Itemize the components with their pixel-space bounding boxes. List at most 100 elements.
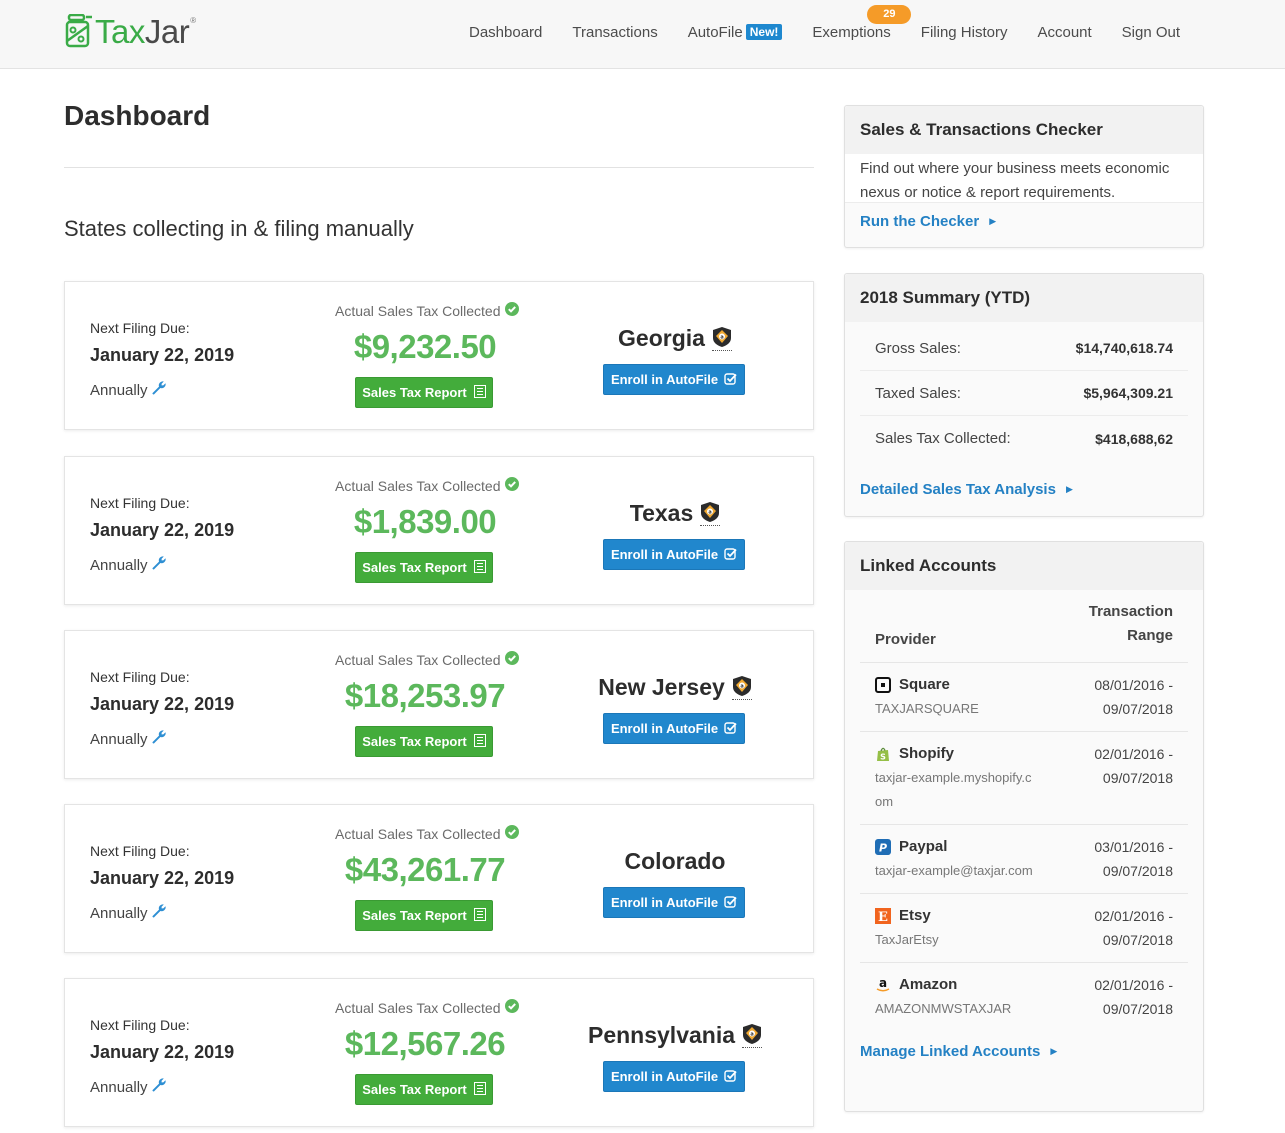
collected-label: Actual Sales Tax Collected (335, 302, 519, 319)
jar-icon (65, 14, 92, 48)
exemptions-count-badge: 29 (867, 5, 912, 24)
nav-filing-history[interactable]: Filing History (921, 24, 1008, 41)
section-title: States collecting in & filing manually (64, 216, 414, 241)
provider-name: P Paypal (875, 835, 1035, 859)
sales-tax-report-button[interactable]: Sales Tax Report (355, 900, 493, 931)
wrench-icon[interactable] (151, 1077, 167, 1097)
marketplace-shield-icon[interactable]: a (731, 675, 752, 700)
wrench-icon[interactable] (151, 380, 167, 400)
wrench-icon[interactable] (151, 903, 167, 923)
provider-cell: P Paypal taxjar-example@taxjar.com (875, 835, 1035, 883)
next-filing-label: Next Filing Due: (90, 843, 190, 859)
divider (64, 167, 814, 168)
square-icon (875, 677, 891, 693)
linked-account-row: E Etsy TaxJarEtsy 02/01/2016 - 09/07/2018 (860, 894, 1188, 963)
frequency-label: Annually (90, 1078, 148, 1096)
nav-dashboard[interactable]: Dashboard (469, 24, 542, 41)
enroll-autofile-button[interactable]: Enroll in AutoFile (603, 1061, 745, 1092)
report-button-label: Sales Tax Report (362, 734, 467, 749)
provider-name: E Etsy (875, 904, 1035, 928)
provider-name-text: Etsy (899, 907, 931, 924)
enroll-button-label: Enroll in AutoFile (610, 721, 719, 736)
nav-exemptions[interactable]: Exemptions 29 (812, 5, 912, 41)
checkbox-square-icon (724, 547, 737, 563)
next-filing-date: January 22, 2019 (90, 345, 235, 365)
enroll-autofile-button[interactable]: Enroll in AutoFile (603, 364, 745, 395)
linked-accounts-list: Square TAXJARSQUARE 08/01/2016 - 09/07/2018… (845, 663, 1203, 1031)
state-card: Next Filing Due: January 22, 2019 Annual… (64, 630, 814, 779)
next-filing-label: Next Filing Due: (90, 1017, 190, 1033)
taxjar-logo[interactable]: TaxJar® (64, 11, 196, 51)
check-circle-icon (504, 825, 519, 842)
wrench-icon[interactable] (151, 555, 167, 575)
summary-value: $418,688,62 (1095, 430, 1173, 447)
marketplace-shield-icon[interactable]: a (700, 501, 721, 526)
sales-checker-panel: Sales & Transactions Checker Find out wh… (844, 105, 1204, 248)
range-start: 08/01/2016 - (1094, 677, 1173, 693)
next-filing-date: January 22, 2019 (90, 520, 235, 540)
state-name-text: New Jersey (598, 674, 725, 700)
nav-transactions[interactable]: Transactions (572, 24, 657, 41)
transaction-range: 03/01/2016 - 09/07/2018 (1073, 835, 1173, 883)
range-end: 09/07/2018 (1102, 1001, 1173, 1017)
enroll-autofile-button[interactable]: Enroll in AutoFile (603, 887, 745, 918)
state-card: Next Filing Due: January 22, 2019 Annual… (64, 804, 814, 953)
collected-label-text: Actual Sales Tax Collected (335, 651, 501, 668)
enroll-autofile-button[interactable]: Enroll in AutoFile (603, 539, 745, 570)
manage-linked-accounts-link[interactable]: Manage Linked Accounts ▶ (860, 1043, 1057, 1060)
marketplace-shield-icon[interactable]: a (711, 326, 732, 351)
next-filing-label: Next Filing Due: (90, 495, 190, 511)
provider-account: AMAZONMWSTAXJAR (875, 1001, 1012, 1016)
provider-account: TaxJarEtsy (875, 932, 939, 947)
collected-label-text: Actual Sales Tax Collected (335, 999, 501, 1016)
run-checker-link[interactable]: Run the Checker ▶ (860, 213, 996, 230)
range-start: 02/01/2016 - (1094, 977, 1173, 993)
checker-description: Find out where your business meets econo… (845, 154, 1203, 203)
transaction-range: 02/01/2016 - 09/07/2018 (1073, 904, 1173, 952)
enroll-button-label: Enroll in AutoFile (610, 547, 719, 562)
summary-row-taxed: Taxed Sales: $5,964,309.21 (860, 371, 1188, 416)
report-list-icon (473, 1081, 486, 1098)
summary-label: Gross Sales: (875, 339, 961, 357)
provider-account: taxjar-example.myshopify.com (875, 770, 1032, 809)
top-navbar: TaxJar® Dashboard Transactions AutoFile N… (0, 0, 1285, 69)
shopify-icon: S (875, 746, 891, 762)
linked-account-row: a Amazon AMAZONMWSTAXJAR 02/01/2016 - 09/07/… (860, 963, 1188, 1031)
amazon-icon: a (875, 977, 891, 993)
main-nav: Dashboard Transactions AutoFile New! Exem… (469, 5, 1180, 41)
sales-tax-report-button[interactable]: Sales Tax Report (355, 552, 493, 583)
next-filing-date: January 22, 2019 (90, 694, 235, 714)
state-name-text: Colorado (624, 848, 726, 874)
nav-account[interactable]: Account (1037, 24, 1091, 41)
report-button-label: Sales Tax Report (362, 1082, 467, 1097)
summary-row-collected: Sales Tax Collected: $418,688,62 (860, 416, 1188, 461)
sales-tax-report-button[interactable]: Sales Tax Report (355, 726, 493, 757)
collected-label: Actual Sales Tax Collected (335, 651, 519, 668)
sales-tax-report-button[interactable]: Sales Tax Report (355, 377, 493, 408)
range-end: 09/07/2018 (1102, 770, 1173, 786)
detailed-analysis-link[interactable]: Detailed Sales Tax Analysis ▶ (860, 481, 1073, 498)
filing-frequency: Annually (90, 555, 167, 575)
collected-label: Actual Sales Tax Collected (335, 825, 519, 842)
provider-account: taxjar-example@taxjar.com (875, 863, 1033, 878)
enroll-autofile-button[interactable]: Enroll in AutoFile (603, 713, 745, 744)
linked-accounts-header: Provider Transaction Range (860, 590, 1188, 663)
state-name: Pennsylvania a (505, 1022, 845, 1049)
nav-autofile[interactable]: AutoFile New! (688, 24, 783, 41)
report-list-icon (473, 733, 486, 750)
next-filing-date: January 22, 2019 (90, 868, 235, 888)
summary-label: Taxed Sales: (875, 384, 961, 402)
svg-text:a: a (709, 510, 712, 516)
state-name: Colorado (505, 848, 845, 875)
checkbox-square-icon (724, 895, 737, 911)
wrench-icon[interactable] (151, 729, 167, 749)
summary-title: 2018 Summary (YTD) (845, 274, 1203, 322)
state-name-text: Texas (629, 500, 694, 526)
run-checker-label: Run the Checker (860, 213, 980, 230)
logo-text: TaxJar® (95, 12, 196, 50)
linked-account-row: S Shopify taxjar-example.myshopify.com 02/0… (860, 732, 1188, 825)
nav-sign-out[interactable]: Sign Out (1122, 24, 1180, 41)
provider-name-text: Paypal (899, 838, 948, 855)
sales-tax-report-button[interactable]: Sales Tax Report (355, 1074, 493, 1105)
marketplace-shield-icon[interactable]: a (742, 1023, 763, 1048)
